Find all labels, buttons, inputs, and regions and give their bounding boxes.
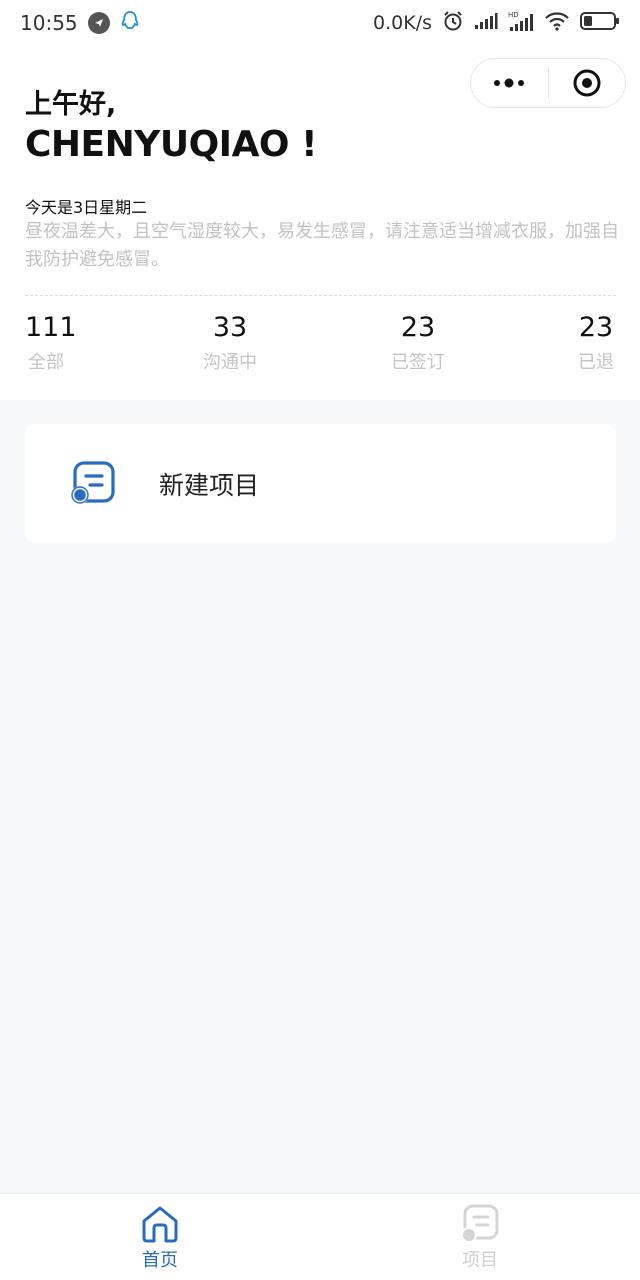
battery-icon: [580, 11, 620, 36]
stat-value: 33: [212, 312, 248, 343]
signal-icon: [474, 12, 498, 35]
status-bar: 10:55 0.0K/s HD: [0, 0, 640, 46]
stat-value: 23: [578, 312, 614, 343]
hd-signal-icon: HD: [508, 10, 534, 37]
target-icon: [573, 69, 601, 97]
health-advice: 昼夜温差大，且空气湿度较大，易发生感冒，请注意适当增减衣服，加强自我防护避免感冒…: [25, 221, 619, 270]
alarm-icon: [442, 10, 464, 37]
username-title: CHENYUQIAO !: [25, 124, 317, 165]
date-text: 今天是3日星期二: [25, 198, 148, 217]
new-project-label: 新建项目: [159, 470, 260, 500]
stat-signed[interactable]: 23 已签订: [387, 310, 449, 374]
stat-label: 已签订: [391, 352, 445, 373]
stat-label: 已退: [578, 352, 614, 373]
stat-value: 23: [400, 312, 436, 343]
stat-label: 沟通中: [203, 352, 257, 373]
stat-withdrawn[interactable]: 23 已退: [570, 310, 622, 374]
new-project-card[interactable]: 新建项目: [25, 424, 616, 543]
status-left: 10:55: [20, 10, 140, 37]
tab-home[interactable]: 首页: [0, 1194, 320, 1280]
more-button[interactable]: [471, 59, 548, 107]
miniprogram-capsule: [470, 58, 626, 108]
wifi-icon: [544, 11, 570, 36]
header-panel: 上午好, CHENYUQIAO ! 今天是3日星期二 昼夜温差大，且空气湿度较大…: [0, 46, 640, 400]
greeting-text: 上午好,: [25, 89, 117, 120]
navigation-icon: [87, 12, 110, 34]
dashed-divider: [25, 295, 616, 296]
stat-all[interactable]: 111 全部: [25, 310, 77, 374]
close-miniprogram-button[interactable]: [549, 59, 626, 107]
status-time: 10:55: [20, 11, 78, 35]
network-speed: 0.0K/s: [373, 12, 432, 34]
stats-row: 111 全部 33 沟通中 23 已签订 23 已退: [0, 310, 640, 380]
project-document-icon: [69, 460, 119, 508]
tab-project-label: 项目: [462, 1250, 498, 1271]
qq-icon: [120, 10, 140, 37]
bottom-tab-bar: 首页 项目: [0, 1193, 640, 1280]
more-dots-icon: [494, 78, 525, 88]
svg-text:HD: HD: [508, 11, 519, 19]
stat-label: 全部: [28, 352, 64, 373]
stat-communicating[interactable]: 33 沟通中: [199, 310, 261, 374]
tab-home-label: 首页: [142, 1250, 178, 1271]
status-right: 0.0K/s HD: [373, 10, 620, 37]
project-icon: [461, 1204, 499, 1243]
tab-project[interactable]: 项目: [320, 1194, 640, 1280]
home-icon: [142, 1206, 178, 1243]
stat-value: 111: [25, 312, 77, 343]
